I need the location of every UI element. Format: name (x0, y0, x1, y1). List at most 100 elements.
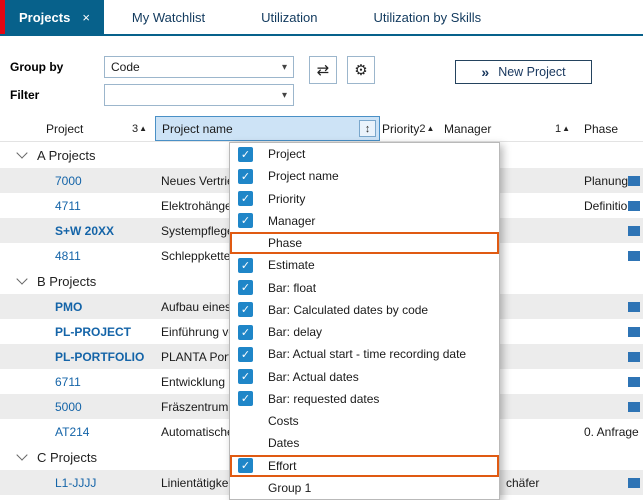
checkbox-checked-icon: ✓ (238, 369, 253, 384)
chevron-down-icon (16, 449, 27, 460)
menu-item[interactable]: ✓Estimate (230, 254, 499, 276)
menu-item[interactable]: ✓Bar: Calculated dates by code (230, 299, 499, 321)
tab-my-watchlist[interactable]: My Watchlist (104, 0, 233, 34)
menu-item-label: Group 1 (268, 481, 311, 495)
menu-item[interactable]: ✓ Bar: delay (230, 321, 499, 343)
group-name: C Projects (37, 450, 97, 465)
toolbar: Group by Code ▾ Filter ▾ ⇄ ⚙ » New Proje… (0, 36, 643, 116)
tab-label: Utilization by Skills (373, 10, 481, 25)
sort-indicator: 3▲ (132, 123, 147, 135)
sort-indicator: 1▲ (555, 123, 570, 135)
menu-item-label: Bar: requested dates (268, 392, 379, 406)
checkbox-checked-icon: ✓ (238, 147, 253, 162)
column-label: Manager (444, 122, 491, 136)
sort-indicator: 2▲ (419, 123, 434, 135)
menu-item[interactable]: ✓ Bar: Actual start - time recording date (230, 343, 499, 365)
gantt-bar-fragment (628, 176, 640, 186)
settings-button[interactable]: ⚙ (347, 56, 375, 84)
project-code-link[interactable]: PL-PROJECT (0, 325, 155, 339)
project-code-link[interactable]: 6711 (0, 375, 155, 389)
column-header-priority[interactable]: Priority 2▲ (380, 116, 438, 141)
new-project-label: New Project (498, 65, 565, 79)
gantt-bar-fragment (628, 201, 640, 211)
column-label: Priority (382, 122, 419, 136)
tab-projects[interactable]: Projects × (5, 0, 104, 34)
menu-item-label: Priority (268, 192, 305, 206)
gantt-bar-fragment (628, 226, 640, 236)
menu-item[interactable]: ✓Project name (230, 165, 499, 187)
project-code-link[interactable]: AT214 (0, 425, 155, 439)
menu-item[interactable]: ✓Effort (230, 455, 499, 477)
phase-cell: Definition (578, 199, 628, 213)
tab-utilization-by-skills[interactable]: Utilization by Skills (345, 0, 509, 34)
checkbox-unchecked (238, 414, 253, 429)
chevron-down-icon (16, 273, 27, 284)
group-by-value: Code (105, 60, 276, 74)
checkbox-unchecked (238, 236, 253, 251)
tab-utilization[interactable]: Utilization (233, 0, 345, 34)
checkbox-checked-icon: ✓ (238, 391, 253, 406)
phase-cell: 0. Anfrage (578, 425, 643, 439)
checkbox-checked-icon: ✓ (238, 347, 253, 362)
menu-item[interactable]: ✓Bar: Actual dates (230, 366, 499, 388)
tab-label: Utilization (261, 10, 317, 25)
project-code-link[interactable]: PMO (0, 300, 155, 314)
gantt-bar-fragment (628, 251, 640, 261)
column-label: Project name (162, 122, 233, 136)
project-code-link[interactable]: 7000 (0, 174, 155, 188)
menu-item-label: Phase (268, 236, 302, 250)
menu-item[interactable]: Phase (230, 232, 499, 254)
menu-item-label: Bar: Calculated dates by code (268, 303, 428, 317)
group-by-select[interactable]: Code ▾ (104, 56, 294, 78)
checkbox-unchecked (238, 436, 253, 451)
menu-item[interactable]: ✓Manager (230, 210, 499, 232)
project-code-link[interactable]: 5000 (0, 400, 155, 414)
checkbox-checked-icon: ✓ (238, 325, 253, 340)
menu-item[interactable]: ✓Bar: float (230, 277, 499, 299)
gantt-bar-fragment (628, 352, 640, 362)
tab-bar: Projects × My Watchlist Utilization Util… (0, 0, 643, 36)
column-header-manager[interactable]: Manager 1▲ (438, 116, 578, 141)
project-code-link[interactable]: S+W 20XX (0, 224, 155, 238)
menu-item[interactable]: Costs (230, 410, 499, 432)
menu-item[interactable]: ✓ Bar: requested dates (230, 388, 499, 410)
project-code-link[interactable]: PL-PORTFOLIO (0, 350, 155, 364)
project-code-link[interactable]: L1-JJJJ (0, 476, 155, 490)
close-icon[interactable]: × (82, 10, 90, 25)
phase-cell: Planung (578, 174, 628, 188)
project-code-link[interactable]: 4811 (0, 249, 155, 263)
refresh-button[interactable]: ⇄ (309, 56, 337, 84)
menu-item-label: Bar: Actual start - time recording date (268, 347, 466, 361)
menu-item-label: Estimate (268, 258, 315, 272)
menu-item-label: Project (268, 147, 305, 161)
sort-asc-icon: ▲ (562, 124, 570, 133)
column-label: Project (46, 122, 83, 136)
menu-item-label: Bar: float (268, 281, 316, 295)
gantt-bar-fragment (628, 377, 640, 387)
sort-asc-icon: ▲ (426, 124, 434, 133)
gantt-bar-fragment (628, 478, 640, 488)
chevron-down-icon: ▾ (276, 90, 293, 101)
gantt-bar-fragment (628, 327, 640, 337)
filter-select[interactable]: ▾ (104, 84, 294, 106)
sort-toggle-button[interactable]: ↕ (359, 120, 376, 137)
group-name: B Projects (37, 274, 96, 289)
column-header-project[interactable]: Project 3▲ (0, 116, 155, 141)
double-chevron-icon: » (481, 64, 489, 80)
column-label: Phase (584, 122, 618, 136)
column-header-phase[interactable]: Phase (578, 116, 643, 141)
project-code-link[interactable]: 4711 (0, 199, 155, 213)
column-header-project-name[interactable]: Project name ↕ (155, 116, 380, 141)
filter-label: Filter (10, 88, 39, 102)
menu-item-label: Costs (268, 414, 299, 428)
gantt-bar-fragment (628, 302, 640, 312)
menu-item-label: Bar: delay (268, 325, 322, 339)
gear-icon: ⚙ (354, 61, 367, 79)
planta-window: Projects × My Watchlist Utilization Util… (0, 0, 643, 500)
menu-item[interactable]: Group 1 (230, 477, 499, 499)
menu-item[interactable]: Dates (230, 432, 499, 454)
new-project-button[interactable]: » New Project (455, 60, 592, 84)
menu-item-label: Project name (268, 169, 339, 183)
menu-item[interactable]: ✓ Project (230, 143, 499, 165)
menu-item[interactable]: ✓Priority (230, 188, 499, 210)
